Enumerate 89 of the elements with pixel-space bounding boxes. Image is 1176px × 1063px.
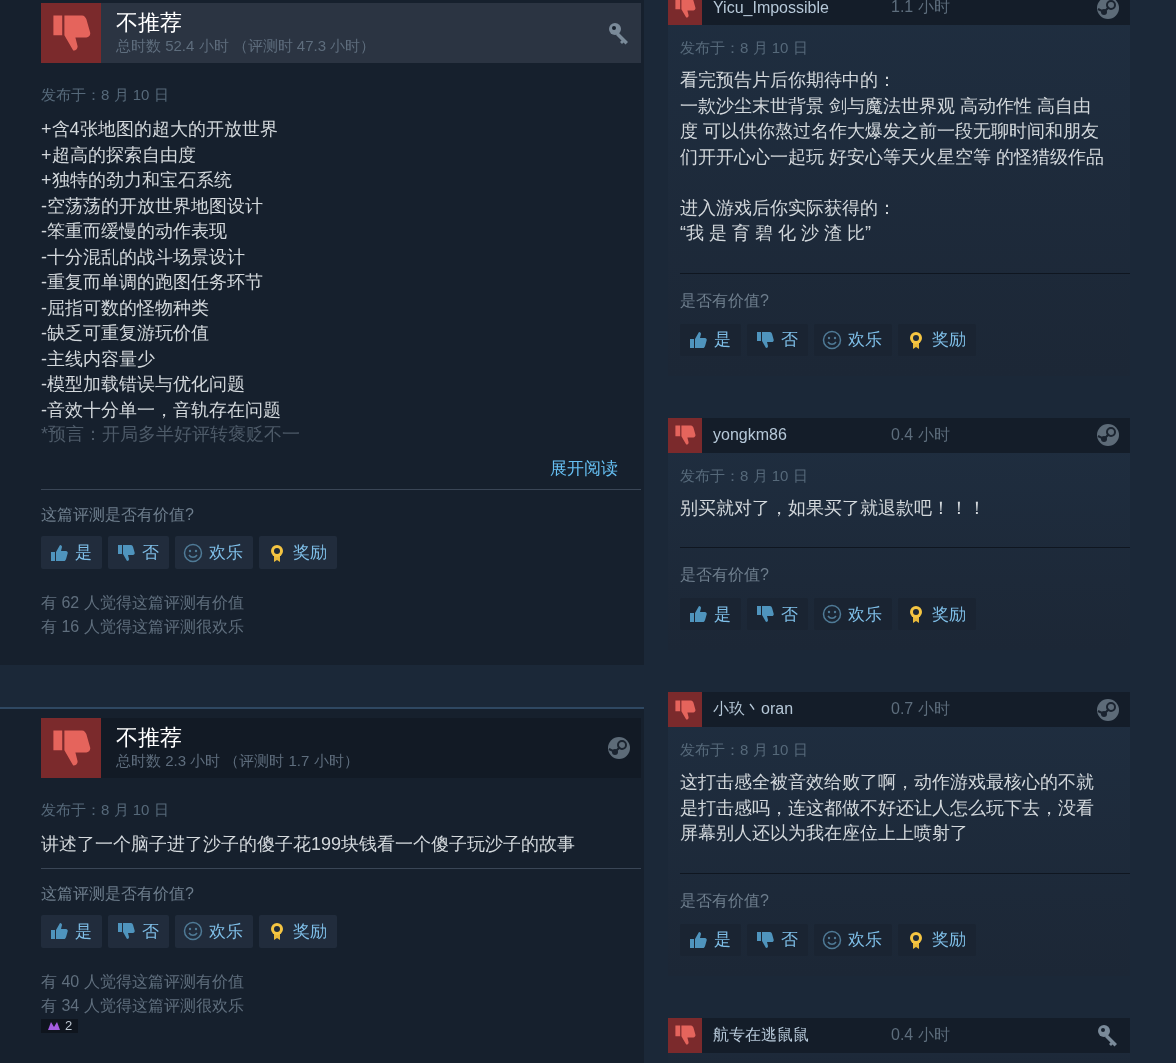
review-text: 别买就对了，如果买了就退款吧！！！: [680, 496, 987, 520]
verdict-title: 不推荐: [116, 10, 183, 36]
helpful-question: 是否有价值?: [680, 890, 770, 911]
helpful-button[interactable]: 是: [680, 323, 741, 356]
review-line: -音效十分单一，音轨存在问题: [41, 398, 282, 422]
award-button[interactable]: 奖励: [898, 598, 976, 630]
award-button[interactable]: 奖励: [898, 323, 976, 356]
thumbs-up-icon: [688, 604, 708, 624]
thumbs-up-icon: [49, 921, 69, 941]
helpful-button[interactable]: 是: [680, 923, 741, 956]
not-helpful-button[interactable]: 否: [747, 598, 808, 630]
not-helpful-button[interactable]: 否: [747, 923, 808, 956]
review-line: +独特的劲力和宝石系统: [41, 169, 233, 192]
review-text: “我 是 育 碧 化 沙 渣 比”: [680, 222, 872, 245]
helpful-button[interactable]: 是: [680, 598, 741, 630]
username[interactable]: 小玖丶oran: [702, 699, 891, 720]
steam-icon: [1096, 697, 1120, 722]
award-chip[interactable]: 2: [41, 1018, 79, 1033]
smiley-icon: [822, 329, 842, 350]
review-line: -模型加载错误与优化问题: [41, 373, 246, 396]
helpful-question: 这篇评测是否有价值?: [41, 505, 195, 525]
thumbs-down-icon: [755, 604, 775, 624]
steam-icon: [1096, 423, 1120, 447]
review-text: 看完预告片后你期待中的：: [680, 69, 897, 92]
playtime-text: 总时数 2.3 小时 （评测时 1.7 小时）: [116, 751, 360, 771]
vote-count-text: 有 34 人觉得这篇评测很欢乐: [41, 995, 245, 1016]
posted-date: 发布于：8 月 10 日: [680, 38, 809, 58]
vote-count-text: 有 40 人觉得这篇评测有价值: [41, 971, 245, 992]
posted-date: 发布于：8 月 10 日: [41, 85, 170, 105]
funny-button[interactable]: 欢乐: [175, 536, 253, 569]
review-line: -十分混乱的战斗场景设计: [41, 245, 246, 269]
vote-count-text: 有 62 人觉得这篇评测有价值: [41, 593, 245, 613]
verdict-title: 不推荐: [116, 725, 183, 751]
award-button[interactable]: 奖励: [259, 536, 337, 569]
username[interactable]: Yicu_Impossible: [702, 0, 891, 17]
award-button[interactable]: 奖励: [898, 923, 976, 956]
review-line: -屈指可数的怪物种类: [41, 296, 210, 320]
username[interactable]: yongkm86: [702, 426, 891, 444]
award-button[interactable]: 奖励: [259, 914, 337, 948]
helpful-button[interactable]: 是: [41, 536, 102, 569]
funny-button[interactable]: 欢乐: [814, 323, 892, 356]
smiley-icon: [183, 921, 203, 941]
review-line: 讲述了一个脑子进了沙子的傻子花199块钱看一个傻子玩沙子的故事: [41, 833, 577, 856]
key-icon: [607, 21, 631, 45]
review-line: -笨重而缓慢的动作表现: [41, 220, 228, 243]
helpful-question: 这篇评测是否有价值?: [41, 883, 195, 904]
steam-icon: [607, 736, 631, 760]
review-line: +超高的探索自由度: [41, 143, 197, 167]
not-helpful-button[interactable]: 否: [747, 323, 808, 356]
review-line: -主线内容量少: [41, 347, 156, 371]
thumbs-up-icon: [688, 929, 708, 950]
funny-button[interactable]: 欢乐: [814, 923, 892, 956]
funny-button[interactable]: 欢乐: [175, 914, 253, 948]
posted-date: 发布于：8 月 10 日: [680, 465, 809, 486]
playtime-text: 0.7 小时: [891, 699, 951, 719]
review-line: -空荡荡的开放世界地图设计: [41, 194, 264, 218]
posted-date: 发布于：8 月 10 日: [680, 740, 809, 760]
helpful-question: 是否有价值?: [680, 565, 770, 585]
read-more-link[interactable]: 展开阅读: [550, 457, 618, 481]
smiley-icon: [822, 929, 842, 950]
review-text: 这打击感全被音效给败了啊，动作游戏最核心的不就是打击感吗，连这都做不好还让人怎么玩下去，没看屏幕别人还以为我在座位上上喷射了: [680, 771, 1095, 845]
helpful-button[interactable]: 是: [41, 914, 102, 948]
thumbs-down-icon: [755, 329, 775, 350]
thumbs-down-icon: [116, 921, 136, 941]
playtime-text: 总时数 52.4 小时 （评测时 47.3 小时）: [116, 36, 377, 56]
review-text: 一款沙尘末世背景 剑与魔法世界观 高动作性 高自由度 可以供你熬过名作大爆发之前一段无聊时间和朋友们开开心心一起玩 好安心等天火星空等 的怪猎级作品: [680, 94, 1105, 169]
posted-date: 发布于：8 月 10 日: [41, 800, 170, 820]
review-line: -重复而单调的跑图任务环节: [41, 271, 264, 294]
smiley-icon: [822, 604, 842, 624]
thumbs-up-icon: [49, 542, 69, 563]
username[interactable]: 航专在逃鼠鼠: [702, 1024, 891, 1046]
thumbs-down-icon: [673, 423, 697, 447]
playtime-text: 0.4 小时: [891, 424, 951, 445]
thumbs-down-icon: [116, 542, 136, 563]
not-helpful-button[interactable]: 否: [108, 536, 169, 569]
helpful-question: 是否有价值?: [680, 290, 770, 311]
funny-button[interactable]: 欢乐: [814, 598, 892, 630]
key-icon: [1096, 1023, 1120, 1047]
thumbs-down-icon: [755, 929, 775, 950]
review-line: -缺乏可重复游玩价值: [41, 322, 210, 345]
vote-count-text: 有 16 人觉得这篇评测很欢乐: [41, 617, 245, 637]
thumbs-down-icon: [673, 1023, 697, 1047]
not-helpful-button[interactable]: 否: [108, 914, 169, 948]
thumbs-up-icon: [688, 329, 708, 350]
review-line: +含4张地图的超大的开放世界: [41, 118, 279, 141]
review-text: 进入游戏后你实际获得的：: [680, 196, 897, 220]
smiley-icon: [183, 542, 203, 563]
thumbs-down-icon: [673, 0, 697, 20]
playtime-text: 0.4 小时: [891, 1024, 951, 1045]
